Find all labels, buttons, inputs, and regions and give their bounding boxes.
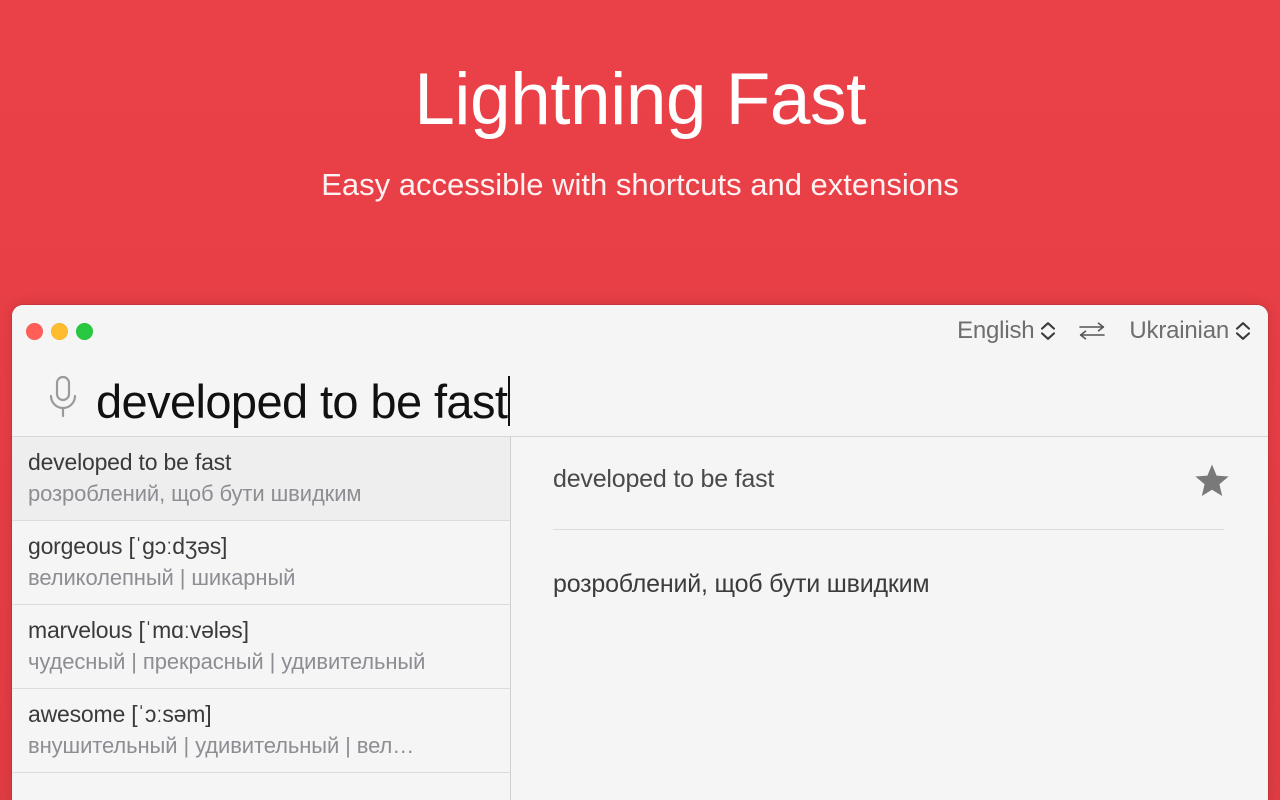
star-icon[interactable] bbox=[1194, 463, 1238, 503]
app-window: English Ukra bbox=[12, 305, 1268, 800]
traffic-light-group bbox=[12, 323, 93, 340]
text-caret bbox=[508, 376, 510, 426]
detail-header: developed to be fast bbox=[553, 463, 1238, 503]
swap-horizontal-icon[interactable] bbox=[1077, 320, 1107, 342]
target-language-label: Ukrainian bbox=[1129, 317, 1229, 345]
microphone-icon[interactable] bbox=[46, 374, 80, 420]
result-term: developed to be fast bbox=[28, 449, 494, 476]
language-selector-bar: English Ukra bbox=[957, 305, 1250, 357]
list-item[interactable]: developed to be fast розроблений, щоб бу… bbox=[12, 437, 510, 521]
results-list[interactable]: developed to be fast розроблений, щоб бу… bbox=[12, 437, 511, 800]
result-translations: внушительный | удивительный | вел… bbox=[28, 733, 494, 759]
result-term: gorgeous [ˈɡɔːdʒəs] bbox=[28, 533, 494, 560]
result-translations: чудесный | прекрасный | удивительный bbox=[28, 649, 494, 675]
list-item[interactable]: awesome [ˈɔːsəm] внушительный | удивител… bbox=[12, 689, 510, 773]
search-bar[interactable]: developed to be fast bbox=[12, 357, 1268, 437]
target-language-picker[interactable]: Ukrainian bbox=[1129, 317, 1250, 345]
stepper-up-down-icon[interactable] bbox=[1041, 322, 1055, 340]
result-term: marvelous [ˈmɑːvələs] bbox=[28, 617, 494, 644]
stepper-up-down-icon[interactable] bbox=[1236, 322, 1250, 340]
window-titlebar: English Ukra bbox=[12, 305, 1268, 357]
result-translations: великолепный | шикарный bbox=[28, 565, 494, 591]
detail-title: developed to be fast bbox=[553, 463, 774, 494]
source-language-picker[interactable]: English bbox=[957, 317, 1055, 345]
list-item[interactable]: gorgeous [ˈɡɔːdʒəs] великолепный | шикар… bbox=[12, 521, 510, 605]
result-term: awesome [ˈɔːsəm] bbox=[28, 701, 494, 728]
window-content: developed to be fast розроблений, щоб бу… bbox=[12, 437, 1268, 800]
list-item[interactable]: marvelous [ˈmɑːvələs] чудесный | прекрас… bbox=[12, 605, 510, 689]
close-window-icon[interactable] bbox=[26, 323, 43, 340]
maximize-window-icon[interactable] bbox=[76, 323, 93, 340]
source-language-label: English bbox=[957, 317, 1034, 345]
hero-banner: Lightning Fast Easy accessible with shor… bbox=[0, 0, 1280, 305]
detail-translation: розроблений, щоб бути швидким bbox=[553, 570, 1238, 599]
search-input-value: developed to be fast bbox=[96, 378, 507, 425]
page-title: Lightning Fast bbox=[0, 0, 1280, 139]
search-input[interactable]: developed to be fast bbox=[96, 368, 510, 425]
result-translations: розроблений, щоб бути швидким bbox=[28, 481, 494, 507]
minimize-window-icon[interactable] bbox=[51, 323, 68, 340]
page-subtitle: Easy accessible with shortcuts and exten… bbox=[0, 139, 1280, 203]
detail-divider bbox=[553, 529, 1224, 530]
detail-pane: developed to be fast розроблений, щоб бу… bbox=[511, 437, 1268, 800]
